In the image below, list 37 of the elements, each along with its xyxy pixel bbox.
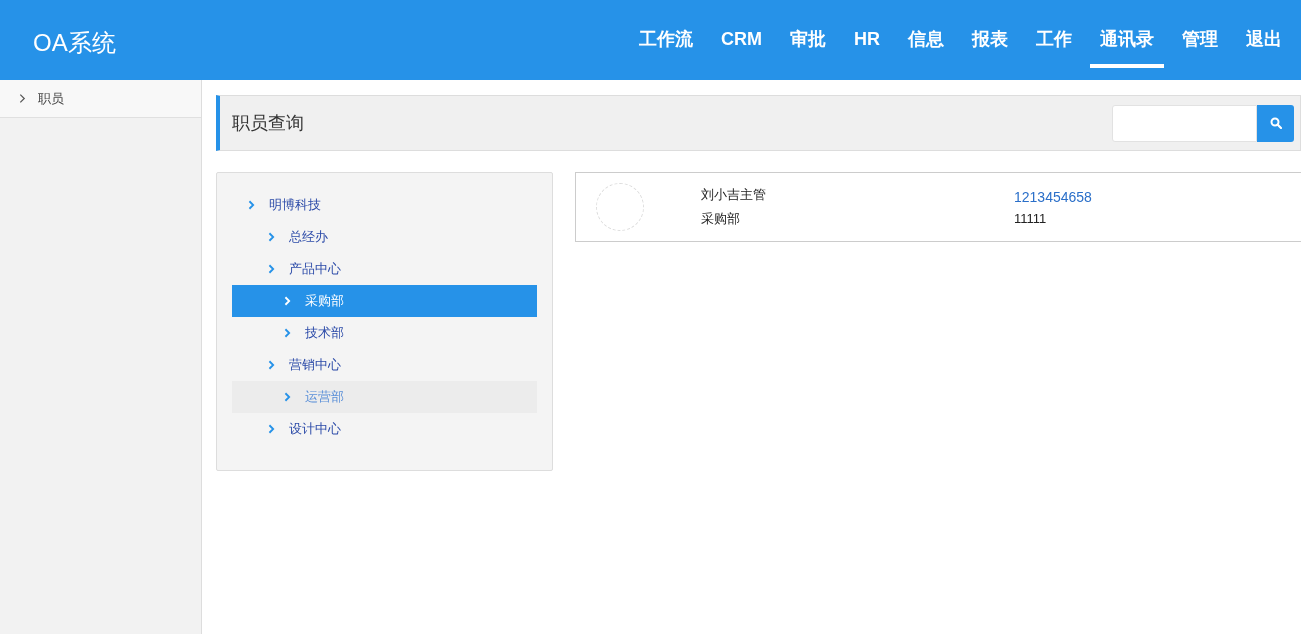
employee-department: 采购部 [701,210,741,228]
chevron-icon [284,392,291,402]
phone-link[interactable]: 1213454658 [1014,188,1092,205]
chevron-icon [284,296,291,306]
extension-number: 11111 [1014,210,1048,226]
page-title: 职员查询 [232,112,304,135]
tree-item[interactable]: 营销中心 [232,349,537,381]
tree-item[interactable]: 明博科技 [232,189,537,221]
nav-tab[interactable]: CRM [711,6,772,68]
chevron-icon [268,360,275,370]
chevron-icon [268,232,275,242]
chevron-icon [284,328,291,338]
tree-item[interactable]: 运营部 [232,381,537,413]
nav-tab[interactable]: 报表 [962,6,1018,68]
chevron-icon [19,93,26,104]
tree-item[interactable]: 技术部 [232,317,537,349]
nav-tab[interactable]: 信息 [898,6,954,68]
nav-tab[interactable]: 工作流 [629,6,703,68]
chevron-icon [248,200,255,210]
employee-name: 刘小吉主管 [701,186,767,204]
app-logo: OA系统 [33,28,116,58]
sidebar-item[interactable]: 职员 [0,80,201,118]
nav-tab[interactable]: 退出 [1236,6,1292,68]
nav-tab[interactable]: HR [844,6,890,68]
tree-item[interactable]: 采购部 [232,285,537,317]
chevron-icon [268,264,275,274]
nav-tab[interactable]: 工作 [1026,6,1082,68]
nav-tab[interactable]: 管理 [1172,6,1228,68]
search-field[interactable] [1112,104,1257,142]
chevron-icon [268,424,275,434]
search-button[interactable] [1257,104,1294,142]
search-icon [1269,117,1282,129]
tree-item[interactable]: 产品中心 [232,253,537,285]
tree-item[interactable]: 设计中心 [232,413,537,445]
nav-tab[interactable]: 审批 [780,6,836,68]
tree-item[interactable]: 总经办 [232,221,537,253]
nav-tab[interactable]: 通讯录 [1090,6,1164,68]
